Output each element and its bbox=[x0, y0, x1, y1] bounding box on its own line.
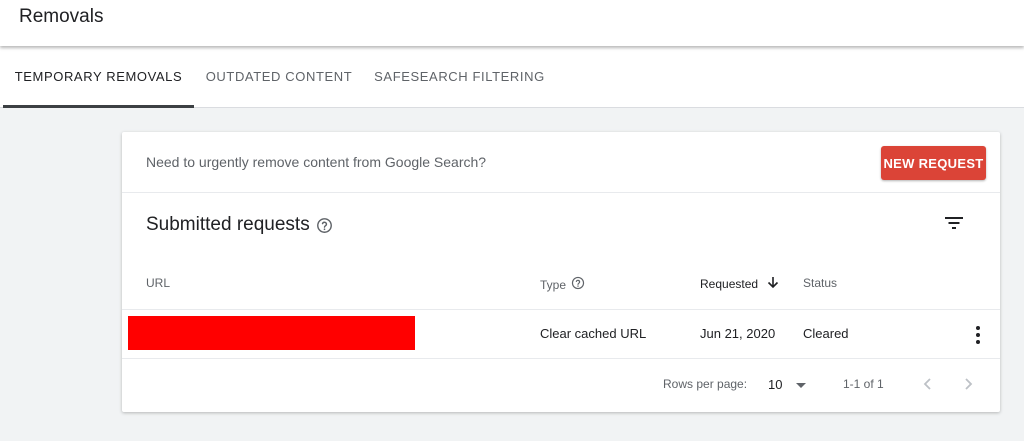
chevron-right-icon[interactable] bbox=[960, 374, 978, 394]
help-icon[interactable] bbox=[571, 276, 585, 293]
tab-outdated-content[interactable]: OUTDATED CONTENT bbox=[194, 46, 364, 107]
row-type: Clear cached URL bbox=[540, 326, 647, 341]
row-status: Cleared bbox=[803, 326, 849, 341]
rows-per-page-select[interactable]: 10 bbox=[768, 374, 812, 394]
rows-per-page-value: 10 bbox=[768, 376, 783, 392]
column-header-status-label: Status bbox=[803, 276, 838, 290]
pagination-range: 1-1 of 1 bbox=[843, 377, 884, 391]
urgent-removal-banner: Need to urgently remove content from Goo… bbox=[122, 132, 1000, 193]
help-icon[interactable] bbox=[316, 216, 334, 234]
column-header-type[interactable]: Type bbox=[540, 276, 585, 293]
redacted-url bbox=[128, 316, 415, 350]
new-request-button[interactable]: NEW REQUEST bbox=[881, 146, 986, 180]
table-row[interactable]: Clear cached URL Jun 21, 2020 Cleared bbox=[122, 309, 1000, 359]
rows-per-page-label: Rows per page: bbox=[663, 377, 748, 391]
section-title-text: Submitted requests bbox=[146, 214, 310, 235]
more-vert-icon[interactable] bbox=[972, 324, 984, 346]
page-title: Removals bbox=[19, 6, 104, 27]
tab-safesearch-filtering[interactable]: SAFESEARCH FILTERING bbox=[364, 46, 555, 107]
column-header-url[interactable]: URL bbox=[146, 276, 170, 290]
column-header-requested-label: Requested bbox=[700, 277, 759, 291]
arrow-down-icon bbox=[767, 276, 779, 292]
tab-bar: TEMPORARY REMOVALS OUTDATED CONTENT SAFE… bbox=[0, 46, 1024, 108]
urgent-removal-text: Need to urgently remove content from Goo… bbox=[146, 154, 487, 170]
removals-card: Need to urgently remove content from Goo… bbox=[122, 132, 1000, 412]
tab-temporary-removals[interactable]: TEMPORARY REMOVALS bbox=[3, 46, 194, 108]
row-requested-date: Jun 21, 2020 bbox=[700, 326, 776, 341]
column-header-status[interactable]: Status bbox=[803, 276, 837, 290]
section-heading: Submitted requests bbox=[146, 214, 334, 236]
app-header: Removals bbox=[0, 0, 1024, 46]
column-header-requested[interactable]: Requested bbox=[700, 276, 779, 292]
column-header-type-label: Type bbox=[540, 277, 567, 292]
chevron-left-icon[interactable] bbox=[918, 374, 936, 394]
dropdown-icon bbox=[796, 377, 807, 392]
filter-icon[interactable] bbox=[944, 214, 964, 232]
column-header-url-label: URL bbox=[146, 276, 171, 290]
